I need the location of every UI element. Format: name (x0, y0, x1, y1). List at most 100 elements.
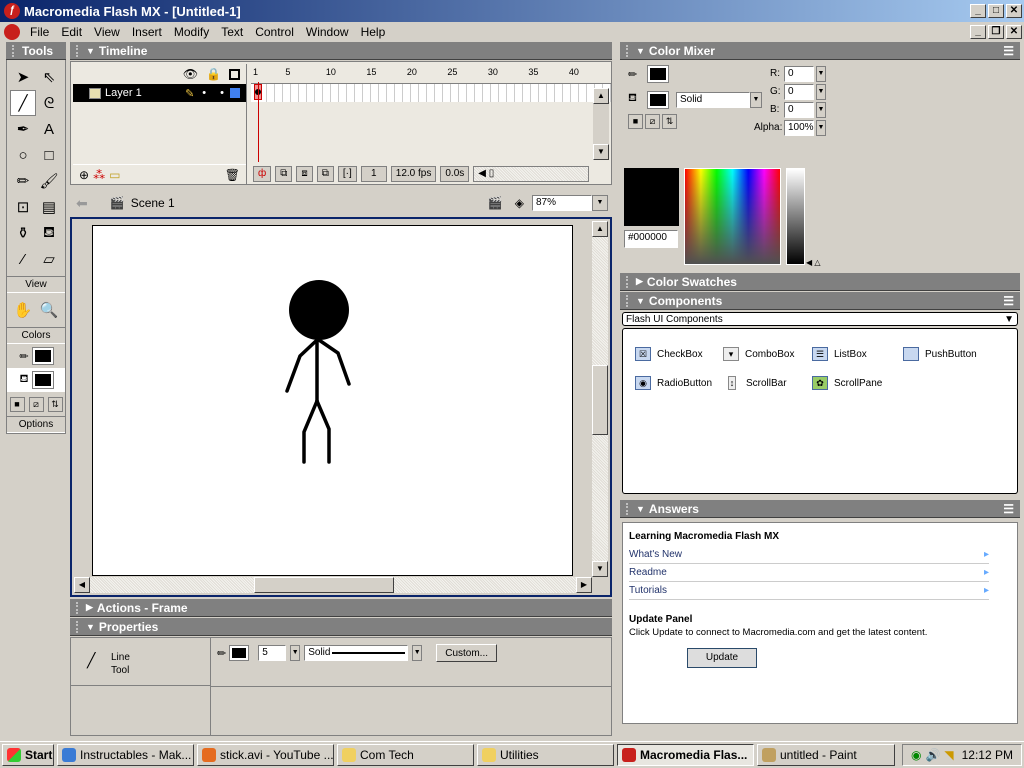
doc-minimize-button[interactable]: _ (970, 25, 986, 39)
onion-skin-button[interactable]: ⧉ (275, 166, 293, 182)
volume-icon[interactable]: 🔊 (925, 748, 940, 762)
menu-window[interactable]: Window (300, 25, 355, 39)
panel-options-menu-icon[interactable]: ☰ (1003, 294, 1014, 308)
back-arrow-icon[interactable]: ⬅ (76, 195, 88, 212)
collapse-triangle-icon[interactable]: ▼ (636, 296, 645, 306)
timeline-hscroll[interactable]: ◀ ▯ (473, 166, 589, 182)
stage-scroll-up-button[interactable]: ▲ (592, 221, 608, 237)
stroke-height-slider-button[interactable]: ▼ (290, 645, 301, 661)
tutorials-link[interactable]: Tutorials ▸ (629, 582, 989, 600)
stroke-height-input[interactable]: 5 (258, 645, 287, 661)
scroll-down-button[interactable]: ▼ (593, 144, 609, 160)
grip-icon[interactable] (12, 44, 16, 57)
mixer-no-color-button[interactable]: ⧄ (645, 114, 660, 129)
stage-vertical-scrollbar[interactable]: ▲ ▼ (592, 221, 608, 577)
whats-new-link[interactable]: What's New ▸ (629, 546, 989, 564)
red-input[interactable]: 0 (784, 66, 814, 82)
grip-icon[interactable] (76, 620, 80, 633)
component-checkbox[interactable]: ☒ CheckBox (635, 347, 703, 361)
zoom-dropdown-button[interactable]: ▼ (592, 195, 608, 211)
component-radiobutton[interactable]: ◉ RadioButton (635, 376, 712, 390)
mixer-swap-colors-button[interactable]: ⇅ (662, 114, 677, 129)
actions-header[interactable]: ▶ Actions - Frame (70, 599, 612, 617)
blue-slider-button[interactable]: ▼ (816, 102, 826, 118)
scroll-up-button[interactable]: ▲ (593, 88, 609, 104)
custom-stroke-button[interactable]: Custom... (436, 644, 498, 662)
mixer-default-colors-button[interactable]: ■ (628, 114, 643, 129)
lock-icon[interactable]: 🔒 (206, 67, 221, 81)
menu-view[interactable]: View (88, 25, 126, 39)
fill-color-swatch[interactable] (31, 371, 54, 389)
component-listbox[interactable]: ☰ ListBox (812, 347, 867, 361)
arrow-tool-icon[interactable]: ➤ (10, 64, 36, 90)
zoom-select[interactable]: 87% (532, 195, 592, 211)
grip-icon[interactable] (626, 294, 630, 307)
component-scrollbar[interactable]: ↕ ScrollBar (728, 376, 787, 390)
subselect-tool-icon[interactable]: ⇖ (36, 64, 62, 90)
no-color-button[interactable]: ⧄ (28, 396, 44, 412)
pencil-tool-icon[interactable]: ✏ (10, 168, 36, 194)
taskbar-item[interactable]: Com Tech (337, 744, 474, 766)
frame-ruler[interactable]: 1 5 10 15 20 25 30 35 40 (251, 64, 611, 84)
open-link-icon[interactable]: ▸ (984, 546, 989, 563)
panel-options-menu-icon[interactable]: ☰ (1003, 44, 1014, 58)
default-colors-button[interactable]: ■ (9, 396, 25, 412)
eraser-tool-icon[interactable]: ▱ (36, 246, 62, 272)
expand-triangle-icon[interactable]: ▶ (86, 602, 93, 613)
hand-tool-icon[interactable]: ✋ (10, 297, 36, 323)
taskbar-item[interactable]: Instructables - Mak... (57, 744, 194, 766)
stage-scroll-right-button[interactable]: ▶ (576, 577, 592, 593)
eye-icon[interactable]: 👁 (183, 67, 198, 81)
insert-folder-icon[interactable]: ▭ (109, 168, 120, 182)
eyedropper-tool-icon[interactable]: ⁄ (10, 246, 36, 272)
stroke-color-swatch[interactable] (229, 645, 250, 661)
stroke-color-swatch[interactable] (31, 347, 54, 365)
stroke-style-select[interactable]: Solid (304, 645, 409, 661)
brush-tool-icon[interactable]: 🖌 (36, 168, 62, 194)
line-tool-icon[interactable]: ╱ (10, 90, 36, 116)
menu-text[interactable]: Text (215, 25, 249, 39)
edit-symbols-icon[interactable]: ◈ (515, 196, 524, 210)
taskbar-item[interactable]: stick.avi - YouTube ... (197, 744, 334, 766)
doc-close-button[interactable]: ✕ (1006, 25, 1022, 39)
grip-icon[interactable] (76, 601, 80, 614)
properties-header[interactable]: ▼ Properties (70, 618, 612, 636)
free-transform-tool-icon[interactable]: ⊡ (10, 194, 36, 220)
menu-insert[interactable]: Insert (126, 25, 168, 39)
fill-type-select[interactable]: Solid (676, 92, 750, 108)
edit-multiple-frames-button[interactable]: ⧉ (316, 166, 334, 182)
frame-rate[interactable]: 12.0 fps (390, 166, 437, 182)
frame-row[interactable] (251, 84, 611, 102)
component-combobox[interactable]: ▾ ComboBox (723, 347, 794, 361)
tools-header[interactable]: Tools (6, 42, 66, 60)
modify-onion-markers-button[interactable]: [·] (337, 166, 357, 182)
pen-tool-icon[interactable]: ✒ (10, 116, 36, 142)
mixer-fill-swatch[interactable] (647, 91, 669, 109)
outline-icon[interactable] (229, 68, 240, 80)
mixer-stroke-swatch[interactable] (647, 65, 669, 83)
collapse-triangle-icon[interactable]: ▼ (86, 622, 95, 632)
answers-header[interactable]: ▼ Answers ☰ (620, 500, 1020, 518)
grip-icon[interactable] (76, 44, 80, 57)
maximize-button[interactable]: □ (988, 4, 1004, 18)
menu-modify[interactable]: Modify (168, 25, 215, 39)
collapse-triangle-icon[interactable]: ▼ (86, 46, 95, 56)
doc-restore-button[interactable]: ❐ (988, 25, 1004, 39)
text-tool-icon[interactable]: A (36, 116, 62, 142)
lasso-tool-icon[interactable]: ᘓ (36, 90, 62, 116)
open-link-icon[interactable]: ▸ (984, 564, 989, 581)
component-pushbutton[interactable]: PushButton (903, 347, 977, 361)
component-scrollpane[interactable]: ✿ ScrollPane (812, 376, 882, 390)
stage-horizontal-scrollbar[interactable]: ◀ ▶ (74, 577, 592, 593)
color-swatches-header[interactable]: ▶ Color Swatches (620, 273, 1020, 291)
menu-file[interactable]: File (24, 25, 55, 39)
onion-skin-outlines-button[interactable]: ⧈ (296, 166, 313, 182)
minimize-button[interactable]: _ (970, 4, 986, 18)
lock-dot[interactable]: • (220, 87, 224, 99)
menu-edit[interactable]: Edit (55, 25, 88, 39)
visibility-dot[interactable]: • (202, 87, 206, 99)
brightness-slider[interactable] (786, 168, 805, 265)
brightness-pointer-icon[interactable]: ◀ △ (806, 258, 821, 267)
component-set-select[interactable]: Flash UI Components ▼ (622, 312, 1018, 326)
tray-network-icon[interactable]: ◥ (944, 748, 953, 762)
